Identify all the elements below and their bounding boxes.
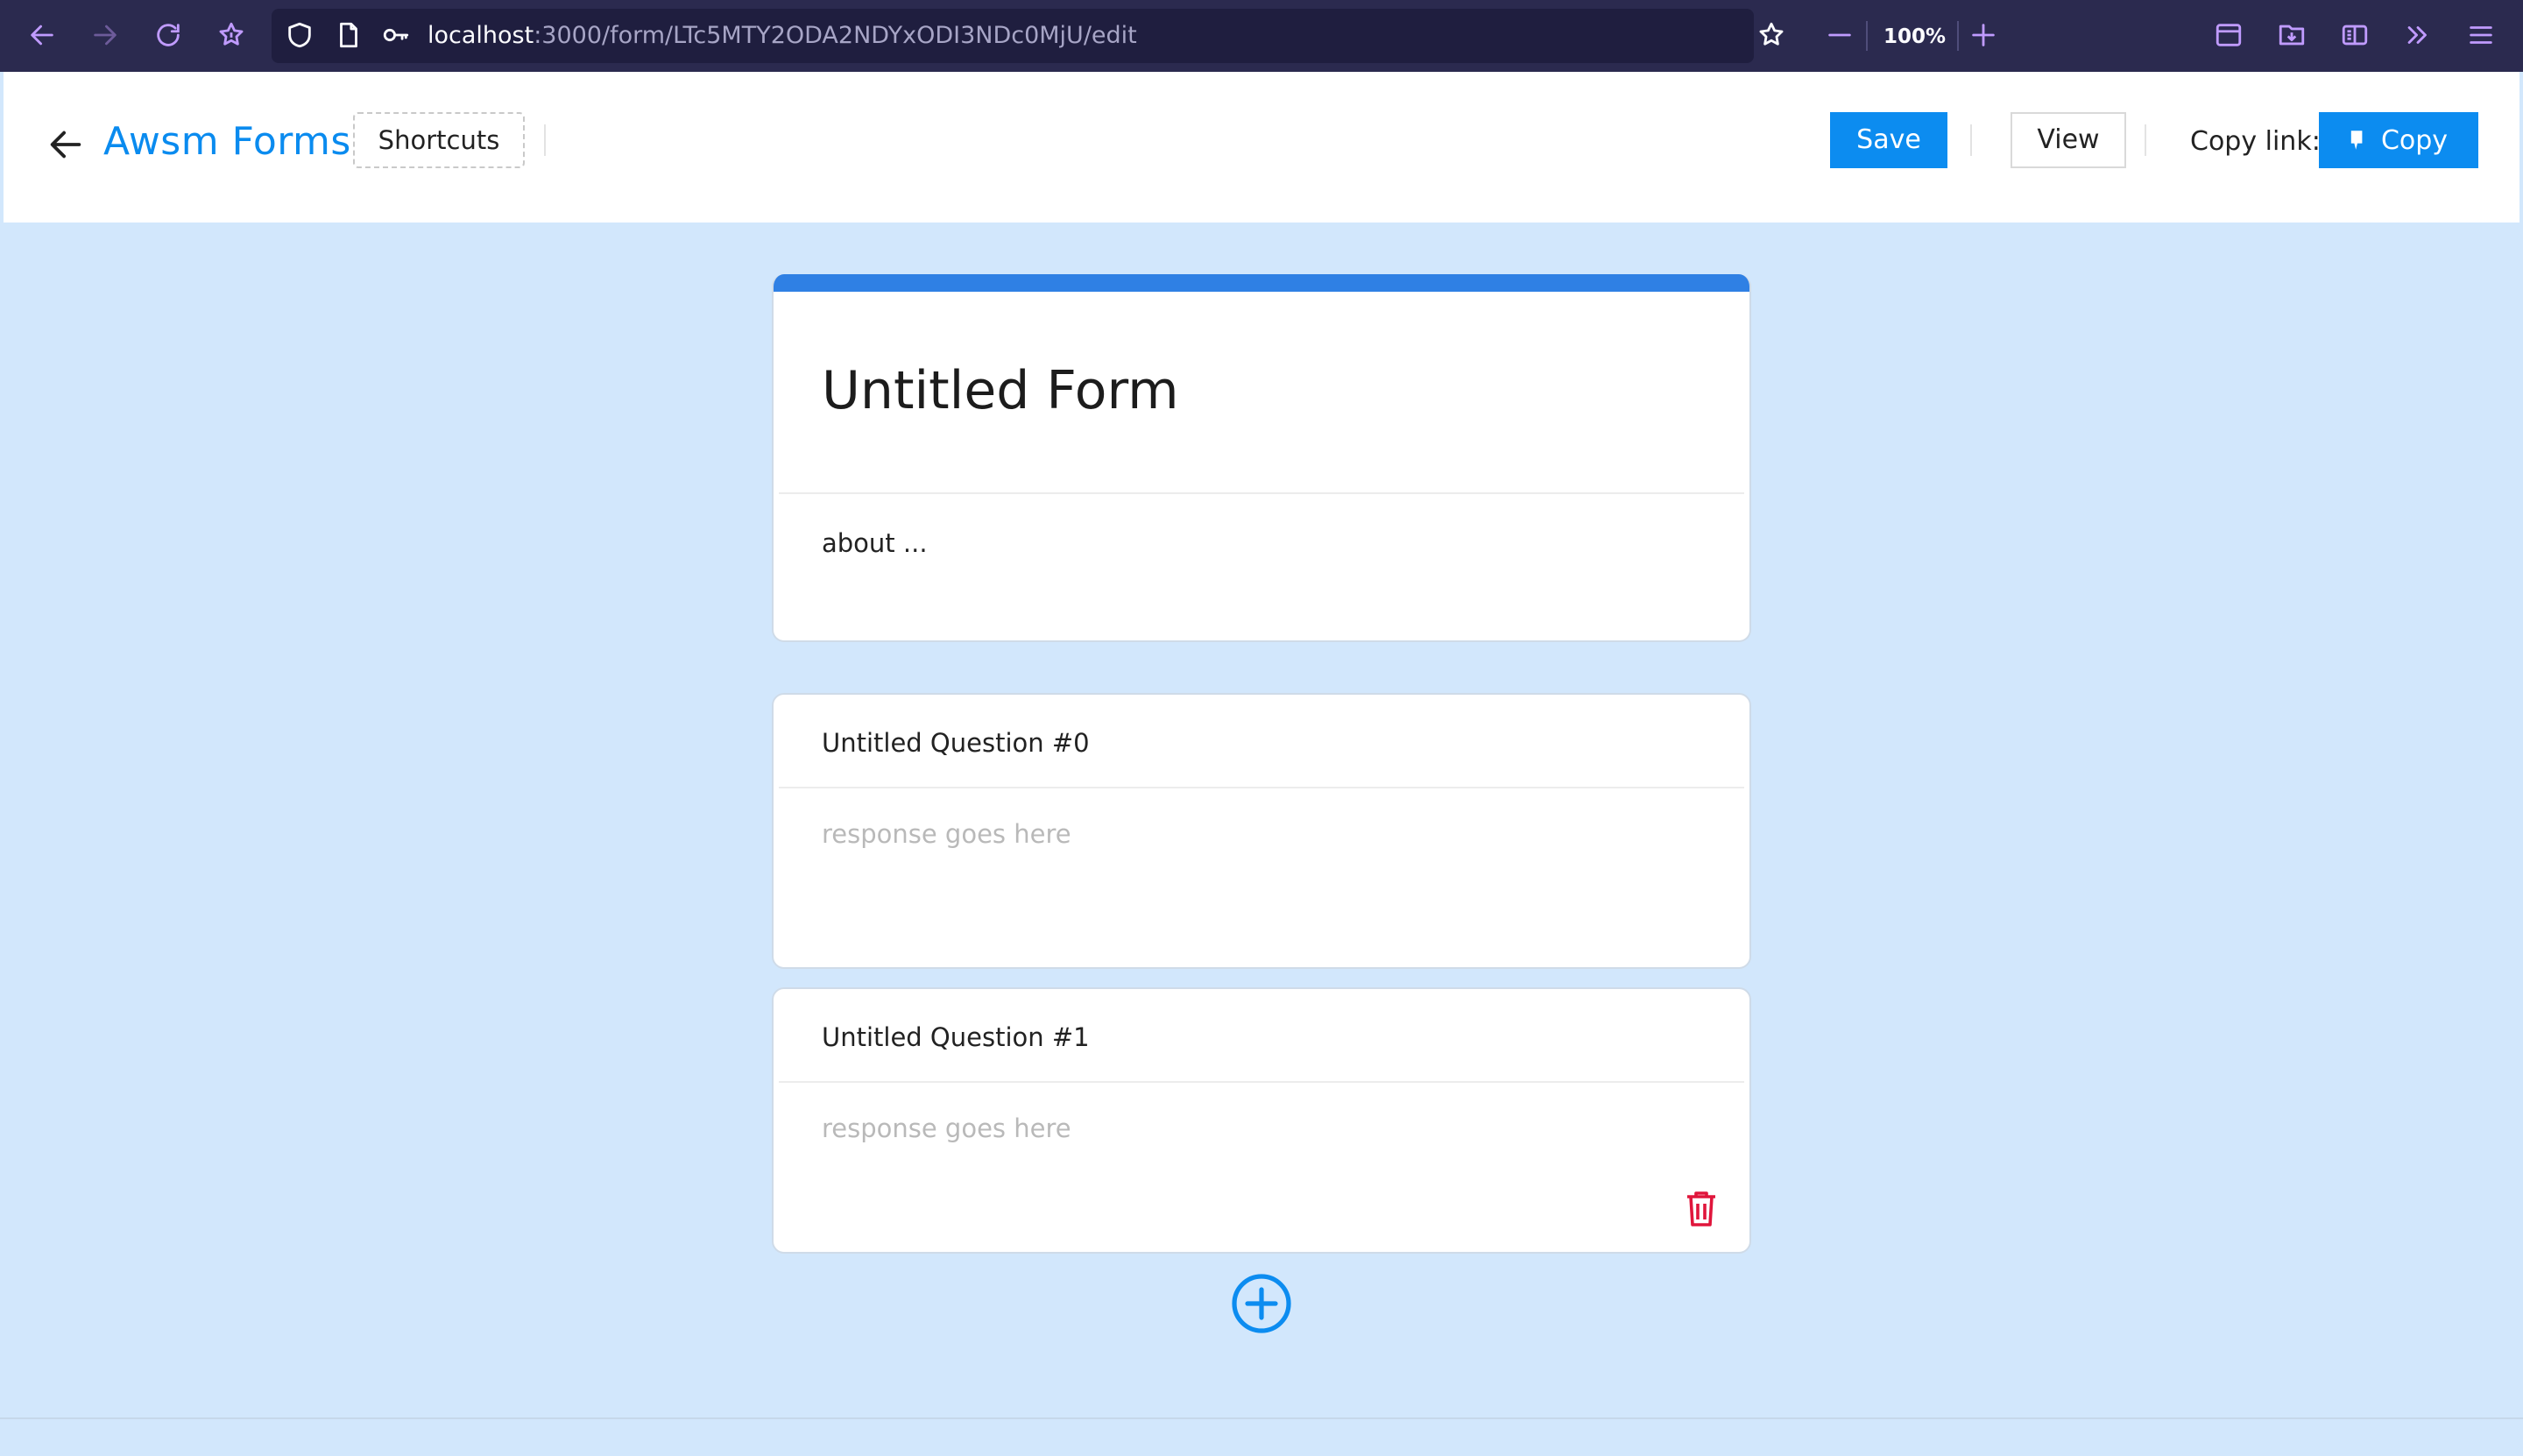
form-description[interactable]: about ... [822,521,928,565]
divider [779,1081,1744,1083]
divider [1970,124,1972,156]
shortcuts-button[interactable]: Shortcuts [353,112,525,168]
url-text[interactable]: localhost:3000/form/LTc5MTY2ODA2NDYxODI3… [428,18,1137,54]
copy-icon [2350,131,2363,150]
question-card[interactable]: Untitled Question #1 response goes here [772,987,1751,1254]
form-title-card: Untitled Form about ... [772,274,1751,642]
save-button[interactable]: Save [1830,112,1947,168]
copy-button-label: Copy [2380,124,2449,156]
sidebar-icon[interactable] [2211,18,2246,53]
menu-icon[interactable] [2463,18,2498,53]
back-arrow-icon[interactable] [25,18,60,53]
reader-icon[interactable] [2337,18,2372,53]
form-title[interactable]: Untitled Form [822,351,1179,430]
divider [779,787,1744,788]
divider [2145,124,2146,156]
add-question-icon[interactable] [1230,1272,1293,1335]
back-arrow-icon[interactable] [46,124,86,165]
overflow-icon[interactable] [2400,18,2435,53]
bookmark-star-icon[interactable] [1754,18,1789,53]
page-bottom-border [0,1417,2523,1419]
title-accent-bar [774,274,1749,292]
reload-icon[interactable] [151,18,186,53]
zoom-out-icon[interactable] [1822,18,1857,53]
downloads-icon[interactable] [2274,18,2309,53]
divider [544,124,546,156]
copy-button[interactable]: Copy [2319,112,2478,168]
browser-toolbar: localhost:3000/form/LTc5MTY2ODA2NDYxODI3… [0,0,2523,72]
key-icon[interactable] [378,18,413,53]
response-placeholder: response goes here [822,1113,1071,1143]
question-label[interactable]: Untitled Question #0 [822,721,1090,765]
copy-link-label: Copy link: [2190,126,2321,157]
response-placeholder: response goes here [822,819,1071,849]
page-icon [331,18,366,53]
delete-question-icon[interactable] [1684,1190,1719,1228]
pocket-icon[interactable] [214,18,249,53]
question-card[interactable]: Untitled Question #0 response goes here [772,693,1751,969]
zoom-in-icon[interactable] [1966,18,2001,53]
shield-icon[interactable] [282,18,317,53]
divider [779,492,1744,494]
view-button[interactable]: View [2011,112,2126,168]
zoom-level[interactable]: 100% [1883,19,1946,54]
brand-logo[interactable]: Awsm Forms [103,116,351,168]
forward-arrow-icon[interactable] [88,18,123,53]
app-header: Awsm Forms Shortcuts Save View Copy link… [4,72,2519,223]
question-label[interactable]: Untitled Question #1 [822,1015,1090,1059]
